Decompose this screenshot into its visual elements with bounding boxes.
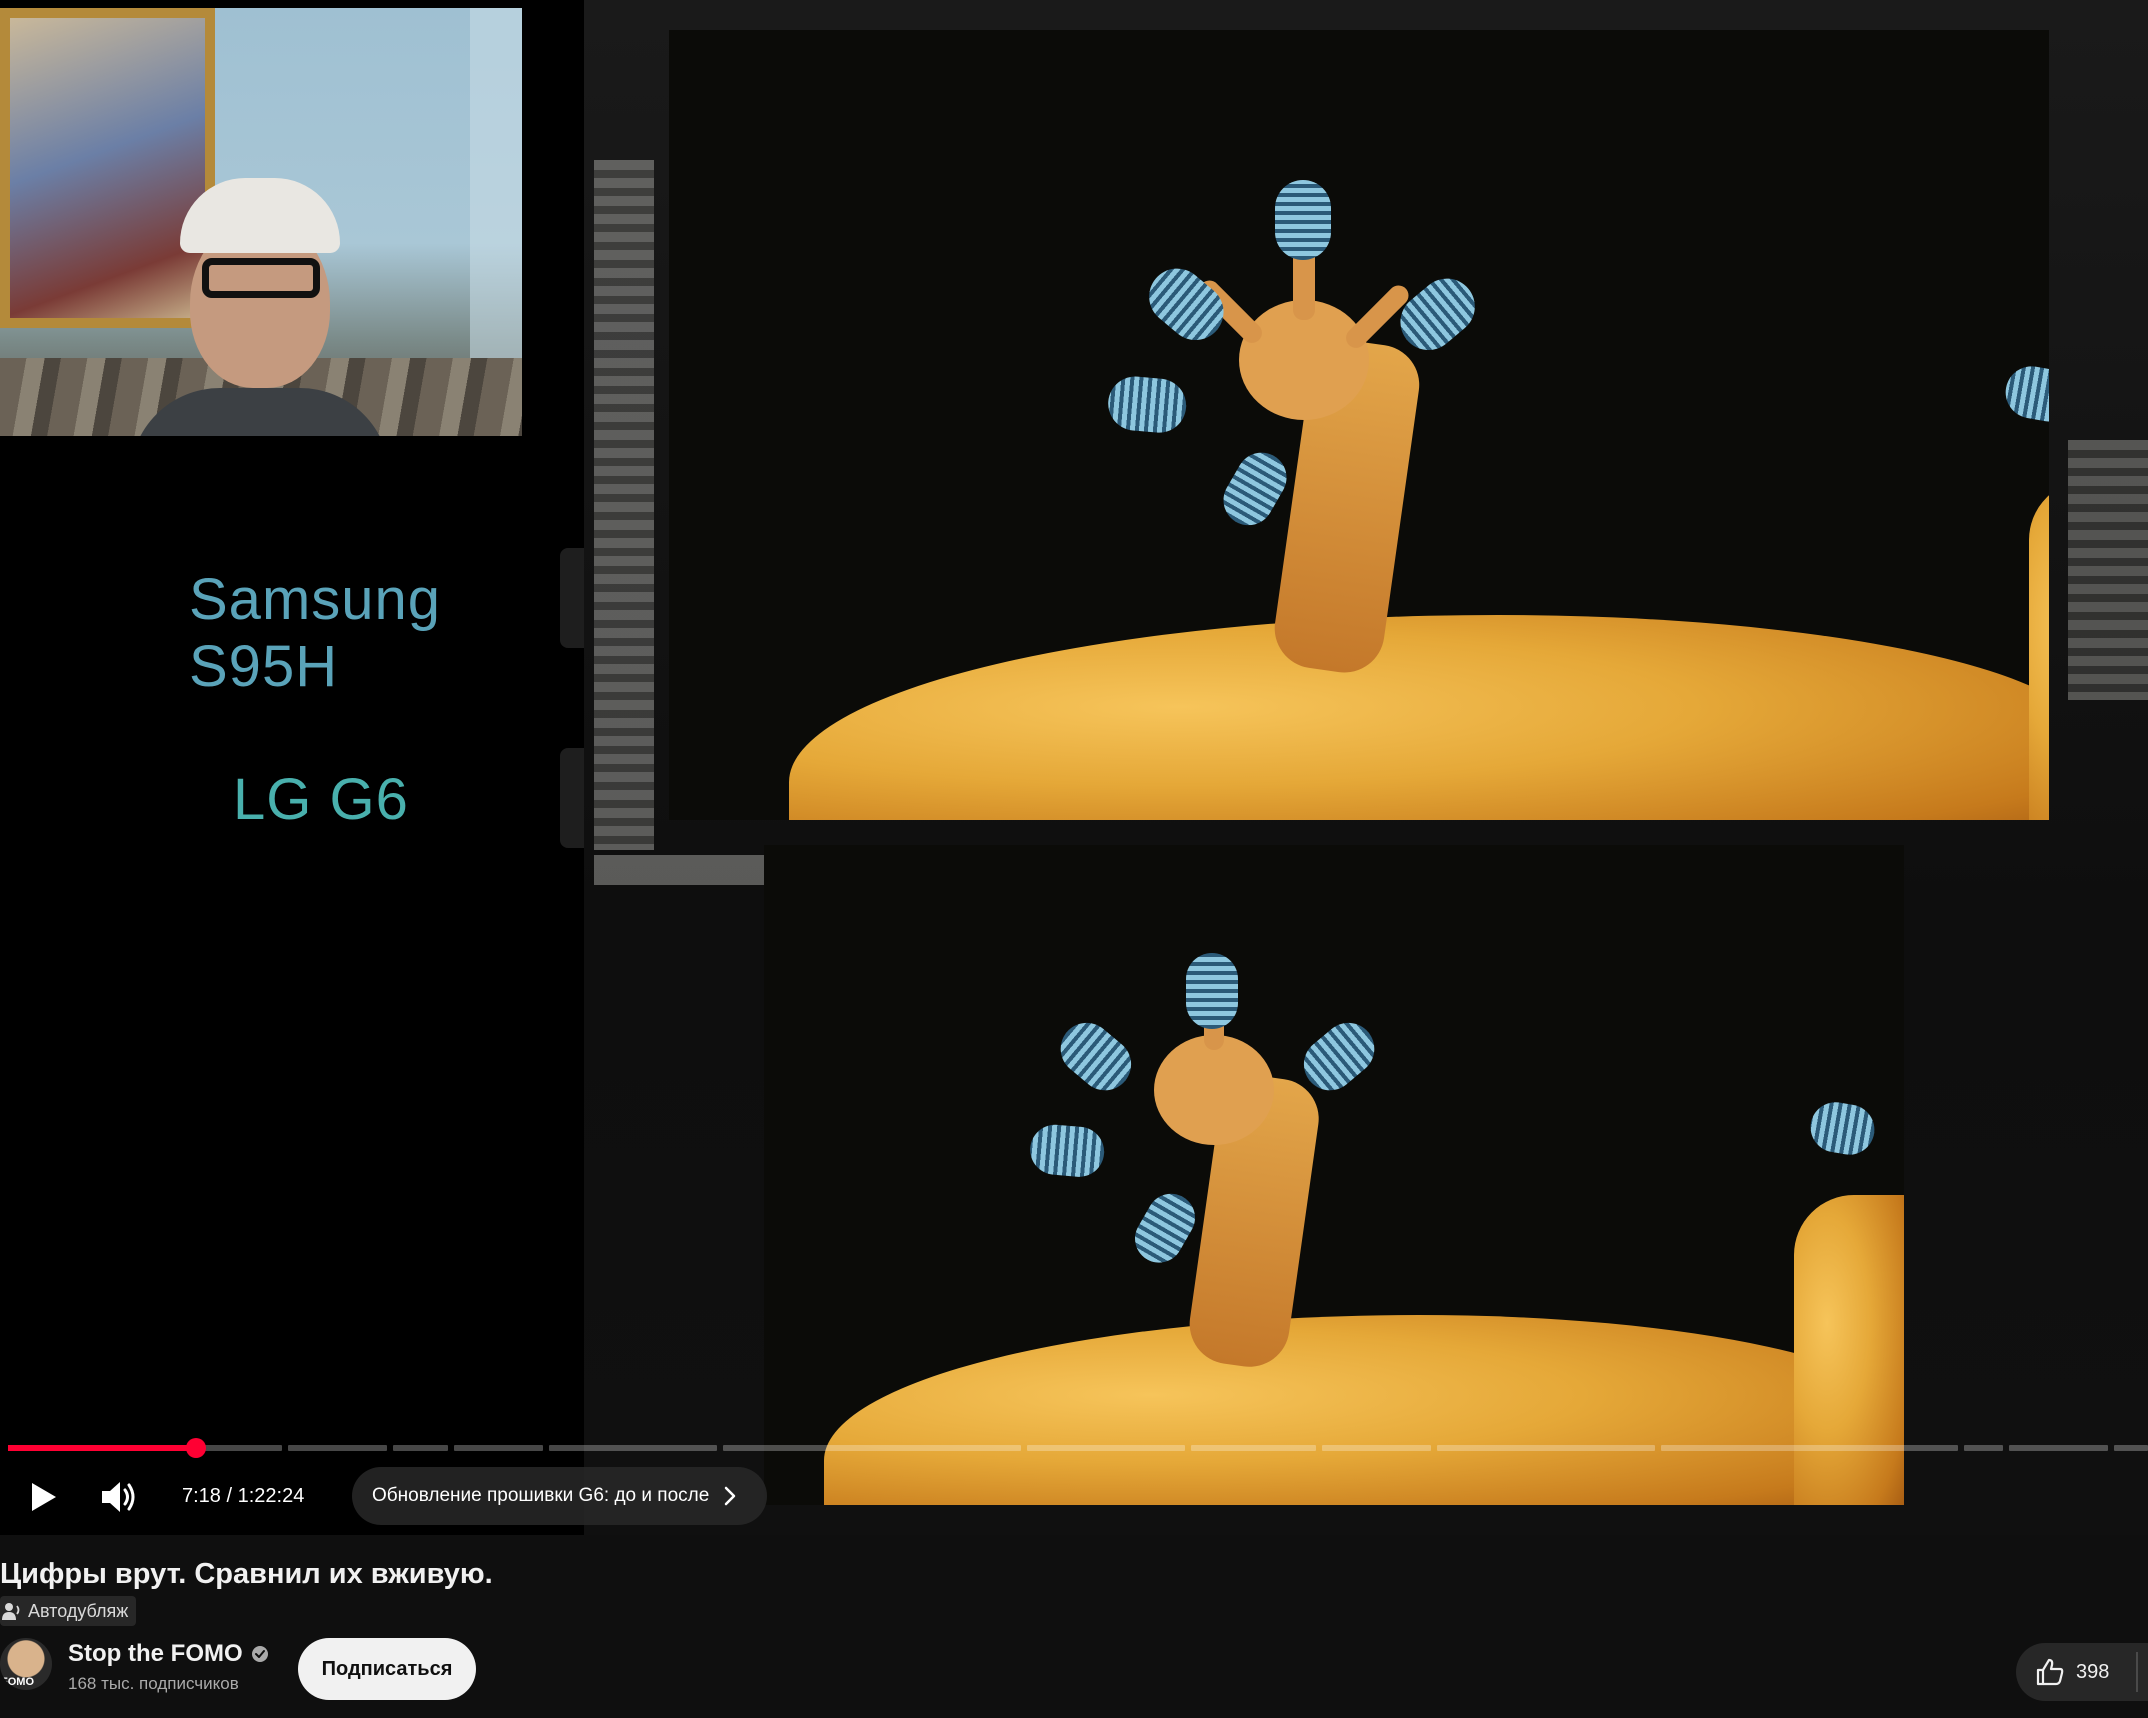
audio-dub-icon: [2, 1603, 20, 1620]
gecko-toe: [1214, 443, 1296, 535]
label-samsung: Samsung S95H: [189, 567, 442, 699]
gecko-toe: [1105, 374, 1189, 435]
chapter-segment[interactable]: [392, 1445, 448, 1451]
chapter-segment[interactable]: [1963, 1445, 2004, 1451]
chapter-segment[interactable]: [1026, 1445, 1186, 1451]
subscribe-button[interactable]: Подписаться: [298, 1638, 476, 1700]
gecko-toe: [1389, 267, 1487, 362]
video-left-pane: Samsung S95H LG G6: [0, 0, 642, 1535]
video-player[interactable]: Samsung S95H LG G6 7:18 / 1:22:24 Обновл…: [0, 0, 2148, 1535]
volume-button[interactable]: [96, 1475, 140, 1519]
tv-screen-top: [669, 30, 2049, 820]
channel-name[interactable]: Stop the FOMO: [68, 1640, 269, 1668]
time-total: 1:22:24: [237, 1485, 305, 1507]
time-current: 7:18: [182, 1485, 221, 1507]
like-count: 398: [2076, 1660, 2110, 1683]
tv-screen-bottom: [764, 845, 1904, 1505]
chapter-segment[interactable]: [453, 1445, 544, 1451]
thumbs-up-icon: [2036, 1658, 2064, 1686]
player-controls: 7:18 / 1:22:24 Обновление прошивки G6: д…: [0, 1465, 2148, 1525]
gecko-toe: [1028, 1122, 1107, 1179]
avatar-text: FOMO: [1, 1676, 34, 1688]
chapter-segment[interactable]: [549, 1445, 718, 1451]
chapter-segment[interactable]: [2114, 1445, 2148, 1451]
gecko-body: [789, 615, 2049, 820]
chapter-segment[interactable]: [1191, 1445, 1316, 1451]
like-button[interactable]: 398: [2016, 1643, 2148, 1701]
chapter-segment[interactable]: [1436, 1445, 1655, 1451]
chapter-segment[interactable]: [1660, 1445, 1958, 1451]
gecko-toe: [1137, 257, 1235, 352]
volume-icon: [102, 1482, 135, 1512]
play-icon: [32, 1483, 56, 1511]
label-lg: LG G6: [233, 767, 409, 832]
play-button[interactable]: [20, 1475, 64, 1519]
video-right-pane: [584, 0, 2148, 1535]
progress-bar[interactable]: [8, 1445, 2148, 1451]
gecko-toe: [1050, 1012, 1142, 1101]
chapter-segment[interactable]: [723, 1445, 1021, 1451]
gecko-toe: [1126, 1185, 1204, 1272]
gecko-toe: [1186, 953, 1238, 1029]
subscriber-count: 168 тыс. подписчиков: [68, 1674, 239, 1693]
auto-dub-label: Автодубляж: [28, 1600, 129, 1621]
presenter: [130, 178, 390, 436]
webcam-overlay: [0, 8, 522, 436]
time-separator: /: [226, 1485, 233, 1507]
chapter-button[interactable]: Обновление прошивки G6: до и после: [352, 1467, 768, 1525]
chapter-segment[interactable]: [287, 1445, 387, 1451]
gecko-toe: [1275, 180, 1331, 260]
chapter-title: Обновление прошивки G6: до и после: [372, 1485, 710, 1506]
like-dislike-divider: [2136, 1652, 2138, 1692]
video-title: Цифры врут. Сравнил их вживую.: [0, 1558, 493, 1590]
progress-scrubber[interactable]: [186, 1438, 206, 1458]
channel-avatar[interactable]: FOMO: [0, 1638, 52, 1690]
chevron-right-icon: [725, 1486, 736, 1506]
window-blinds: [594, 160, 654, 850]
time-display: 7:18 / 1:22:24: [182, 1485, 304, 1508]
channel-name-text: Stop the FOMO: [68, 1640, 243, 1667]
chapter-segment[interactable]: [1321, 1445, 1431, 1451]
chapter-segment[interactable]: [2009, 1445, 2109, 1451]
gecko-toe: [1293, 1012, 1385, 1101]
auto-dub-badge[interactable]: Автодубляж: [0, 1596, 137, 1626]
progress-played: [8, 1445, 196, 1451]
verified-check-icon: [251, 1646, 268, 1662]
